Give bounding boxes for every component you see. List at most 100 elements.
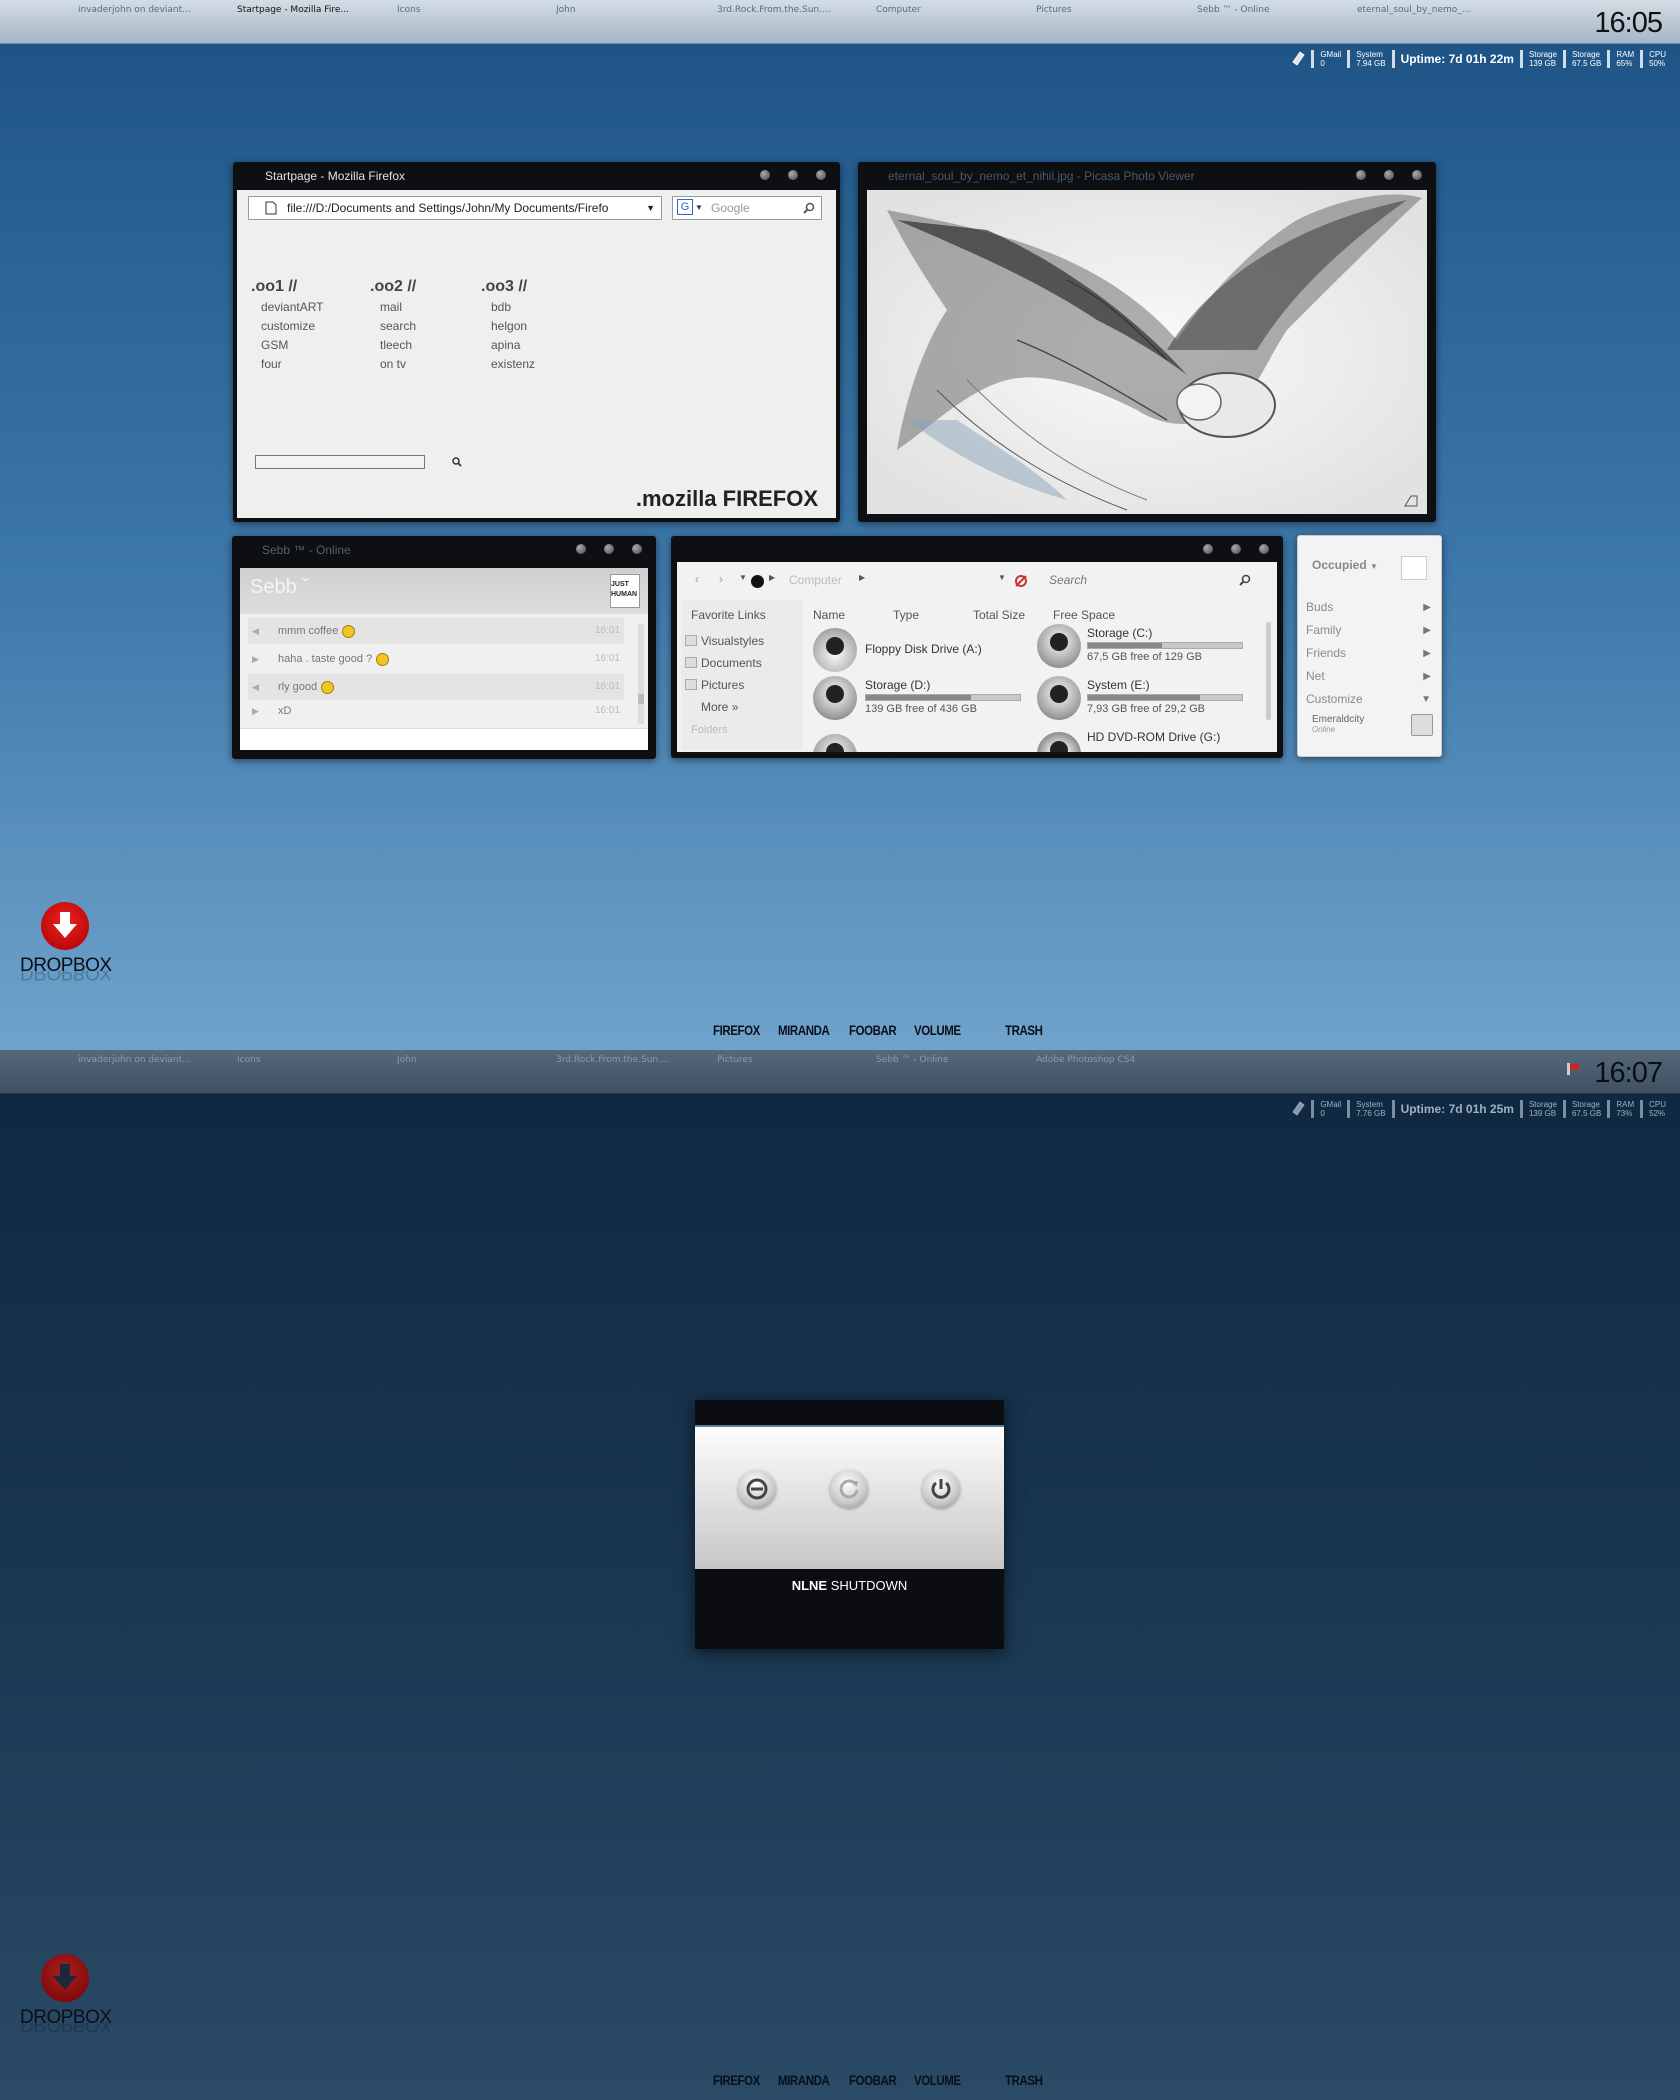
firefox-window[interactable]: Startpage - Mozilla Firefox file:///D:/D… bbox=[233, 162, 840, 522]
maximize-button[interactable] bbox=[1384, 170, 1394, 180]
taskbar-item[interactable]: invaderjohn on deviant... bbox=[78, 5, 218, 15]
contact-entry[interactable]: Emeraldcity Online bbox=[1312, 714, 1364, 734]
chevron-down-icon[interactable]: ▼ bbox=[739, 573, 747, 582]
dock-item-volume[interactable]: VOLUME bbox=[914, 1022, 961, 1038]
chat-window[interactable]: Sebb ™ - Online Sebb ˇ JUST HUMAN ◀ mmm c… bbox=[232, 536, 656, 759]
contact-list-window[interactable]: Occupied ▼ Buds ▶ Family ▶ Friends ▶ Net ▶ C… bbox=[1297, 535, 1442, 757]
folders-toggle[interactable]: Folders bbox=[681, 718, 803, 736]
drive-item[interactable]: Storage (D:) 139 GB free of 436 GB bbox=[865, 678, 1021, 715]
startpage-search-input[interactable] bbox=[255, 455, 425, 469]
taskbar-item[interactable]: Sebb ™ - Online bbox=[876, 1055, 1016, 1065]
floppy-drive-icon[interactable] bbox=[813, 628, 857, 672]
taskbar-item[interactable]: Icons bbox=[237, 1055, 377, 1065]
search-icon[interactable] bbox=[1239, 574, 1251, 586]
startpage-link[interactable]: helgon bbox=[481, 317, 535, 336]
startpage-link[interactable]: four bbox=[251, 355, 323, 374]
favorite-link[interactable]: Documents bbox=[681, 652, 803, 674]
status-selector[interactable]: Occupied ▼ bbox=[1312, 558, 1378, 572]
contact-group[interactable]: Friends ▶ bbox=[1298, 642, 1441, 665]
column-header[interactable]: Free Space bbox=[1053, 608, 1115, 622]
explorer-scrollbar[interactable] bbox=[1266, 622, 1271, 720]
chat-scrollbar[interactable] bbox=[638, 624, 644, 724]
close-button[interactable] bbox=[1412, 170, 1422, 180]
taskbar-item-active[interactable]: Startpage - Mozilla Fire... bbox=[237, 5, 377, 15]
back-arrow-icon[interactable]: ‹ bbox=[695, 572, 699, 586]
taskbar-item[interactable]: 3rd.Rock.From.the.Sun.... bbox=[717, 5, 857, 15]
hard-drive-icon[interactable] bbox=[813, 676, 857, 720]
minimize-button[interactable] bbox=[576, 544, 586, 554]
search-placeholder[interactable]: Search bbox=[1049, 573, 1087, 587]
dock-item-foobar[interactable]: FOOBAR bbox=[849, 1022, 897, 1038]
dock-item-trash[interactable]: TRASH bbox=[1005, 1022, 1043, 1038]
dock-item-foobar[interactable]: FOOBAR bbox=[849, 2072, 897, 2088]
restart-button[interactable] bbox=[830, 1470, 868, 1508]
taskbar-item[interactable]: John bbox=[397, 1055, 537, 1065]
dropbox-shortcut[interactable]: DROPBOX DROPBOX bbox=[20, 1954, 112, 2035]
fullscreen-icon[interactable] bbox=[1403, 494, 1419, 508]
hard-drive-icon[interactable] bbox=[1037, 624, 1081, 668]
search-icon[interactable] bbox=[451, 456, 463, 468]
taskbar-item[interactable]: invaderjohn on deviant... bbox=[78, 1055, 218, 1065]
dock-item-miranda[interactable]: MIRANDA bbox=[778, 2072, 830, 2088]
startpage-link[interactable]: tleech bbox=[370, 336, 416, 355]
search-icon[interactable] bbox=[803, 202, 815, 214]
drive-item[interactable]: HD DVD-ROM Drive (G:) bbox=[1087, 730, 1220, 744]
close-button[interactable] bbox=[1259, 544, 1269, 554]
drive-item[interactable]: Floppy Disk Drive (A:) bbox=[865, 642, 982, 656]
favorite-link[interactable]: Visualstyles bbox=[681, 630, 803, 652]
contact-group[interactable]: Buds ▶ bbox=[1298, 596, 1441, 619]
logoff-button[interactable] bbox=[738, 1470, 776, 1508]
miranda-logo-icon[interactable] bbox=[1401, 556, 1427, 580]
breadcrumb[interactable]: Computer bbox=[789, 573, 842, 587]
column-header[interactable]: Type bbox=[893, 608, 919, 622]
minimize-button[interactable] bbox=[760, 170, 770, 180]
taskbar-item[interactable]: Sebb ™ - Online bbox=[1197, 5, 1337, 15]
contact-group[interactable]: Net ▶ bbox=[1298, 665, 1441, 688]
search-field[interactable]: G ▼ Google bbox=[672, 196, 822, 220]
startpage-link[interactable]: mail bbox=[370, 298, 416, 317]
taskbar-item[interactable]: Adobe Photoshop CS4 bbox=[1036, 1055, 1176, 1065]
startpage-link[interactable]: GSM bbox=[251, 336, 323, 355]
clock[interactable]: 16:07 bbox=[1594, 1057, 1663, 1090]
taskbar-item[interactable]: Pictures bbox=[1036, 5, 1176, 15]
taskbar-item[interactable]: John bbox=[556, 5, 696, 15]
drive-item[interactable]: Storage (C:) 67,5 GB free of 129 GB bbox=[1087, 626, 1243, 663]
chevron-down-icon[interactable]: ▼ bbox=[695, 197, 703, 219]
contact-action-button[interactable] bbox=[1411, 714, 1433, 736]
maximize-button[interactable] bbox=[604, 544, 614, 554]
message-input[interactable] bbox=[240, 728, 648, 750]
minimize-button[interactable] bbox=[1203, 544, 1213, 554]
startpage-link[interactable]: bdb bbox=[481, 298, 535, 317]
drive-item[interactable]: System (E:) 7,93 GB free of 29,2 GB bbox=[1087, 678, 1243, 715]
clock[interactable]: 16:05 bbox=[1594, 7, 1663, 40]
contact-group[interactable]: Family ▶ bbox=[1298, 619, 1441, 642]
dock-item-volume[interactable]: VOLUME bbox=[914, 2072, 961, 2088]
startpage-link[interactable]: search bbox=[370, 317, 416, 336]
explorer-window[interactable]: ‹ › ▼ ▶ Computer ▶ ▼ Search Favorite Lin… bbox=[671, 536, 1283, 758]
maximize-button[interactable] bbox=[788, 170, 798, 180]
dock-item-trash[interactable]: TRASH bbox=[1005, 2072, 1043, 2088]
column-header[interactable]: Name bbox=[813, 608, 845, 622]
picasa-window[interactable]: eternal_soul_by_nemo_et_nihil.jpg - Pica… bbox=[858, 162, 1436, 522]
forward-arrow-icon[interactable]: › bbox=[719, 572, 723, 586]
favorite-link[interactable]: Pictures bbox=[681, 674, 803, 696]
taskbar-item[interactable]: Computer bbox=[876, 5, 1016, 15]
google-icon[interactable]: G bbox=[677, 199, 693, 215]
close-button[interactable] bbox=[632, 544, 642, 554]
dock-item-firefox[interactable]: FIREFOX bbox=[713, 2072, 760, 2088]
dvd-drive-icon[interactable] bbox=[813, 734, 857, 752]
refresh-icon[interactable] bbox=[1014, 574, 1028, 588]
startpage-link[interactable]: customize bbox=[251, 317, 323, 336]
startpage-link[interactable]: deviantART bbox=[251, 298, 323, 317]
dropdown-arrow-icon[interactable]: ▼ bbox=[646, 197, 655, 219]
taskbar-item[interactable]: Pictures bbox=[717, 1055, 857, 1065]
url-bar[interactable]: file:///D:/Documents and Settings/John/M… bbox=[248, 196, 662, 220]
taskbar-item[interactable]: Icons bbox=[397, 5, 537, 15]
close-button[interactable] bbox=[816, 170, 826, 180]
startpage-link[interactable]: apina bbox=[481, 336, 535, 355]
contact-group[interactable]: Customize ▼ bbox=[1298, 688, 1441, 711]
avatar[interactable]: JUST HUMAN bbox=[610, 574, 640, 608]
power-button[interactable] bbox=[922, 1470, 960, 1508]
maximize-button[interactable] bbox=[1231, 544, 1241, 554]
hard-drive-icon[interactable] bbox=[1037, 676, 1081, 720]
